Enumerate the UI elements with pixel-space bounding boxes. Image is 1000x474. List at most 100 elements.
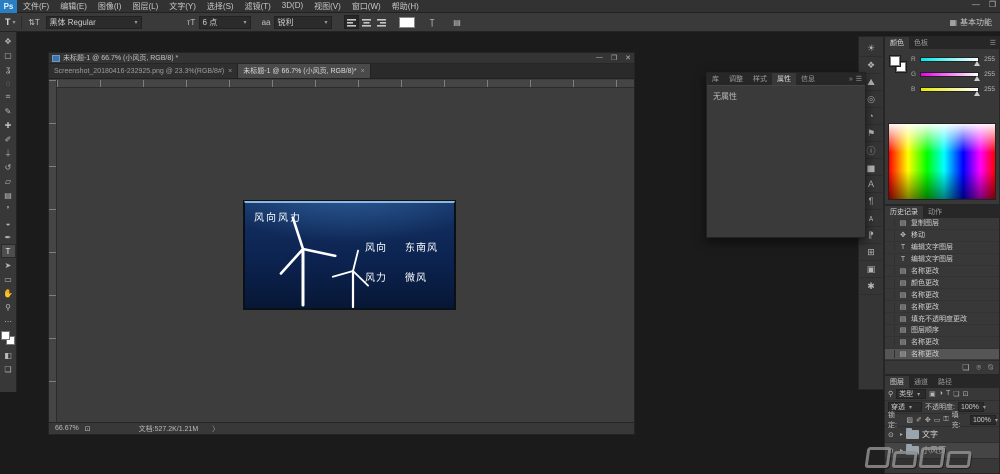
crop-tool[interactable]: ⌗ (1, 90, 16, 104)
menu-view[interactable]: 视图(V) (314, 1, 341, 12)
toggle-panels-icon[interactable]: ▤ (450, 15, 465, 29)
screen-mode-button[interactable]: ❏ (1, 362, 16, 376)
panel-menu-icon[interactable]: ☰ (990, 37, 999, 49)
hand-tool[interactable]: ✋ (1, 286, 16, 300)
clone-stamp-tool[interactable]: ⍊ (1, 146, 16, 160)
doc-minimize-button[interactable]: — (596, 54, 603, 62)
menu-type[interactable]: 文字(Y) (169, 1, 196, 12)
tab-history[interactable]: 历史记录 (885, 206, 923, 218)
delete-state-icon[interactable]: ⍉ (988, 363, 993, 373)
filter-shape-icon[interactable]: ❏ (953, 390, 959, 398)
layer-filter-select[interactable]: 类型 ▾ (896, 389, 927, 399)
history-item[interactable]: ▤ 名称更改 (885, 301, 999, 314)
layer-comps-icon[interactable]: ⊞ (860, 244, 882, 261)
brush-tool[interactable]: ✐ (1, 132, 16, 146)
lock-pixels-icon[interactable]: ✐ (916, 416, 922, 424)
pen-tool[interactable]: ✒ (1, 230, 16, 244)
history-brush-tool[interactable]: ↺ (1, 160, 16, 174)
tab-screenshot-png[interactable]: Screenshot_20180416-232925.png @ 23.3%(R… (49, 64, 239, 78)
history-source-well[interactable] (885, 243, 895, 252)
eye-icon[interactable]: ⊙ (888, 431, 897, 439)
quick-mask-button[interactable]: ◧ (1, 348, 16, 362)
tab-adjustments[interactable]: 调整 (724, 73, 748, 85)
foreground-background-swatches[interactable] (1, 331, 15, 345)
warp-text-icon[interactable]: Ţ (425, 15, 440, 29)
text-orientation-icon[interactable]: ⇅T (27, 15, 42, 29)
slider-thumb[interactable] (974, 61, 980, 66)
menu-3d[interactable]: 3D(D) (282, 1, 303, 12)
blue-slider[interactable] (920, 87, 980, 96)
tab-channels[interactable]: 通道 (909, 376, 933, 388)
document-titlebar[interactable]: 未标题-1 @ 66.7% (小风页, RGB/8) * — ❐ ✕ (49, 53, 634, 64)
history-source-well[interactable] (885, 326, 895, 335)
type-tool[interactable]: T (0, 244, 16, 258)
menu-filter[interactable]: 滤镜(T) (245, 1, 271, 12)
zoom-tool[interactable]: ⚲ (1, 300, 16, 314)
canvas-artwork[interactable]: 风向风力 风向 东南风 风力 微风 (244, 201, 455, 309)
quick-selection-tool[interactable]: ◌ (1, 76, 16, 90)
doc-restore-button[interactable]: ❐ (611, 54, 617, 62)
tab-properties[interactable]: 属性 (772, 73, 796, 85)
tab-libraries[interactable]: 库 (707, 73, 724, 85)
menu-image[interactable]: 图像(I) (98, 1, 122, 12)
slider-thumb[interactable] (974, 76, 980, 81)
green-value[interactable]: 255 (982, 71, 995, 78)
menu-layer[interactable]: 图层(L) (132, 1, 158, 12)
menu-file[interactable]: 文件(F) (23, 1, 49, 12)
panel-fg-bg-swatches[interactable] (889, 55, 907, 73)
zoom-level-field[interactable]: 66.67% (55, 425, 79, 432)
tool-presets-icon[interactable]: ✱ (860, 278, 882, 295)
history-item[interactable]: T 编辑文字图层 (885, 242, 999, 254)
align-center-button[interactable] (359, 15, 374, 29)
foreground-color-swatch[interactable] (1, 331, 10, 340)
fill-select[interactable]: 100% ▾ (969, 415, 998, 425)
history-source-well[interactable] (885, 302, 895, 311)
blur-tool[interactable]: ❜ (1, 202, 16, 216)
tool-preset-caret-icon[interactable]: ▾ (13, 19, 16, 26)
channels-icon[interactable]: ▣ (860, 261, 882, 278)
history-item-current[interactable]: ▤ 名称更改 (885, 348, 999, 359)
expander-icon[interactable]: ▸ (900, 431, 903, 438)
history-source-well[interactable] (885, 255, 895, 264)
app-restore-button[interactable]: ❐ (989, 0, 996, 9)
history-source-well[interactable] (885, 278, 895, 287)
tab-untitled-1[interactable]: 未标题-1 @ 66.7% (小风页, RGB/8)* × (238, 64, 371, 78)
menu-select[interactable]: 选择(S) (207, 1, 234, 12)
close-icon[interactable]: × (228, 68, 232, 75)
history-source-well[interactable] (885, 267, 895, 275)
lock-all-icon[interactable]: ⚿ (943, 416, 948, 424)
font-family-select[interactable]: 黑体 Regular ▾ (45, 15, 142, 29)
red-value[interactable]: 255 (982, 56, 995, 63)
anti-alias-select[interactable]: 锐利 ▾ (273, 15, 332, 29)
history-item[interactable]: ✥ 移动 (885, 230, 999, 242)
history-source-well[interactable] (885, 290, 895, 299)
healing-tool[interactable]: ✚ (1, 118, 16, 132)
align-left-button[interactable] (343, 15, 359, 29)
doc-close-button[interactable]: ✕ (625, 54, 631, 62)
tab-color[interactable]: 颜色 (885, 37, 909, 49)
color-spectrum-picker[interactable] (888, 123, 996, 200)
filter-pixel-icon[interactable]: ▣ (929, 390, 936, 398)
filter-smart-icon[interactable]: ⊡ (963, 390, 969, 398)
green-slider[interactable] (920, 72, 980, 81)
shape-tool[interactable]: ▭ (1, 272, 16, 286)
path-selection-tool[interactable]: ➤ (1, 258, 16, 272)
slider-thumb[interactable] (974, 91, 980, 96)
new-doc-from-state-icon[interactable]: ❏ (962, 363, 969, 372)
lock-position-icon[interactable]: ✥ (925, 416, 931, 424)
status-chevron-icon[interactable]: 〉 (212, 424, 219, 434)
gradient-tool[interactable]: ▤ (1, 188, 16, 202)
collapse-panel-icon[interactable]: » (849, 76, 853, 83)
layer-name[interactable]: 文字 (922, 429, 938, 440)
history-source-well[interactable] (885, 219, 895, 228)
history-source-well[interactable] (885, 338, 895, 347)
red-slider[interactable] (920, 57, 980, 66)
eraser-tool[interactable]: ▱ (1, 174, 16, 188)
type-tool-icon[interactable]: T (5, 17, 11, 27)
history-source-well[interactable] (885, 314, 895, 323)
history-source-well[interactable] (885, 350, 895, 359)
history-item[interactable]: ▤ 复制图层 (885, 218, 999, 230)
menu-window[interactable]: 窗口(W) (352, 1, 381, 12)
new-snapshot-icon[interactable]: ⌾ (976, 363, 981, 373)
close-icon[interactable]: × (361, 68, 365, 75)
